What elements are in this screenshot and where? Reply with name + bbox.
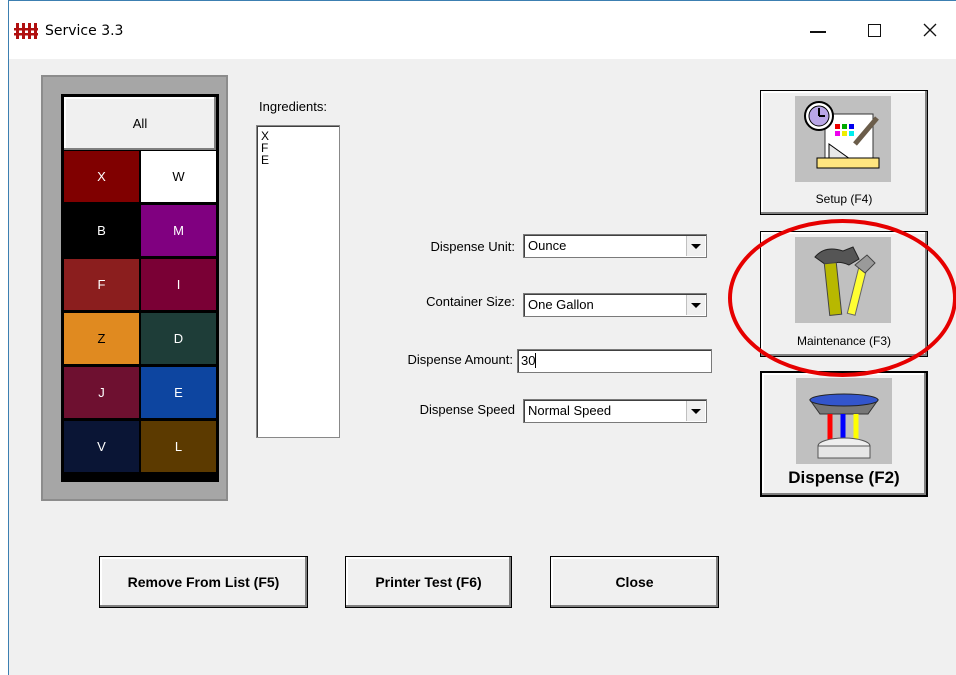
printer-test-button[interactable]: Printer Test (F6) <box>345 556 512 608</box>
color-swatch-f[interactable]: F <box>63 258 140 311</box>
close-icon <box>923 23 937 37</box>
color-palette-frame: All XWBMFIZDJEVL <box>41 75 228 501</box>
dispense-speed-select[interactable]: Normal Speed <box>523 399 707 423</box>
title-bar: Service 3.3 <box>9 1 956 59</box>
maximize-button[interactable] <box>851 13 897 47</box>
window-title: Service 3.3 <box>45 23 124 39</box>
dispense-unit-value: Ounce <box>528 238 567 253</box>
container-size-select[interactable]: One Gallon <box>523 293 707 317</box>
dispense-speed-label: Dispense Speed <box>419 402 515 417</box>
app-icon <box>14 23 38 39</box>
color-swatch-b[interactable]: B <box>63 204 140 257</box>
setup-button[interactable]: Setup (F4) <box>760 90 928 215</box>
color-swatch-l[interactable]: L <box>140 420 217 473</box>
all-colors-button[interactable]: All <box>63 96 217 151</box>
dispense-button[interactable]: Dispense (F2) <box>760 371 928 497</box>
ingredient-item[interactable]: F <box>261 142 339 154</box>
close-window-button[interactable] <box>907 13 953 47</box>
dispense-icon <box>796 378 892 464</box>
dispense-amount-label: Dispense Amount: <box>407 352 513 367</box>
ingredients-label: Ingredients: <box>259 99 327 114</box>
remove-from-list-button[interactable]: Remove From List (F5) <box>99 556 308 608</box>
color-swatch-d[interactable]: D <box>140 312 217 365</box>
close-button[interactable]: Close <box>550 556 719 608</box>
color-swatch-x[interactable]: X <box>63 150 140 203</box>
setup-icon <box>795 96 891 182</box>
ingredient-item[interactable]: X <box>261 130 339 142</box>
dispense-amount-input[interactable]: 30 <box>517 349 712 373</box>
color-swatch-v[interactable]: V <box>63 420 140 473</box>
setup-label: Setup (F4) <box>815 192 873 206</box>
color-swatch-i[interactable]: I <box>140 258 217 311</box>
color-swatch-z[interactable]: Z <box>63 312 140 365</box>
dispense-speed-value: Normal Speed <box>528 403 612 418</box>
color-swatch-e[interactable]: E <box>140 366 217 419</box>
dropdown-arrow-icon[interactable] <box>686 401 705 421</box>
color-swatch-j[interactable]: J <box>63 366 140 419</box>
color-swatch-m[interactable]: M <box>140 204 217 257</box>
dispense-label: Dispense (F2) <box>788 468 900 487</box>
dropdown-arrow-icon[interactable] <box>686 236 705 256</box>
color-swatch-w[interactable]: W <box>140 150 217 203</box>
dispense-unit-select[interactable]: Ounce <box>523 234 707 258</box>
dispense-amount-value: 30 <box>521 353 536 368</box>
ingredients-list[interactable]: X F E <box>256 125 340 438</box>
maintenance-icon <box>795 237 891 323</box>
ingredient-item[interactable]: E <box>261 154 339 166</box>
container-size-label: Container Size: <box>426 294 515 309</box>
color-palette: All XWBMFIZDJEVL <box>61 94 219 482</box>
maintenance-button[interactable]: Maintenance (F3) <box>760 231 928 357</box>
maximize-icon <box>867 23 881 37</box>
service-window: Service 3.3 All XWBMFIZDJEVL Ingredients… <box>8 0 956 675</box>
minimize-icon <box>810 31 826 33</box>
maintenance-label: Maintenance (F3) <box>796 334 892 348</box>
dispense-unit-label: Dispense Unit: <box>430 239 515 254</box>
container-size-value: One Gallon <box>528 297 594 312</box>
dropdown-arrow-icon[interactable] <box>686 295 705 315</box>
minimize-button[interactable] <box>795 13 841 47</box>
